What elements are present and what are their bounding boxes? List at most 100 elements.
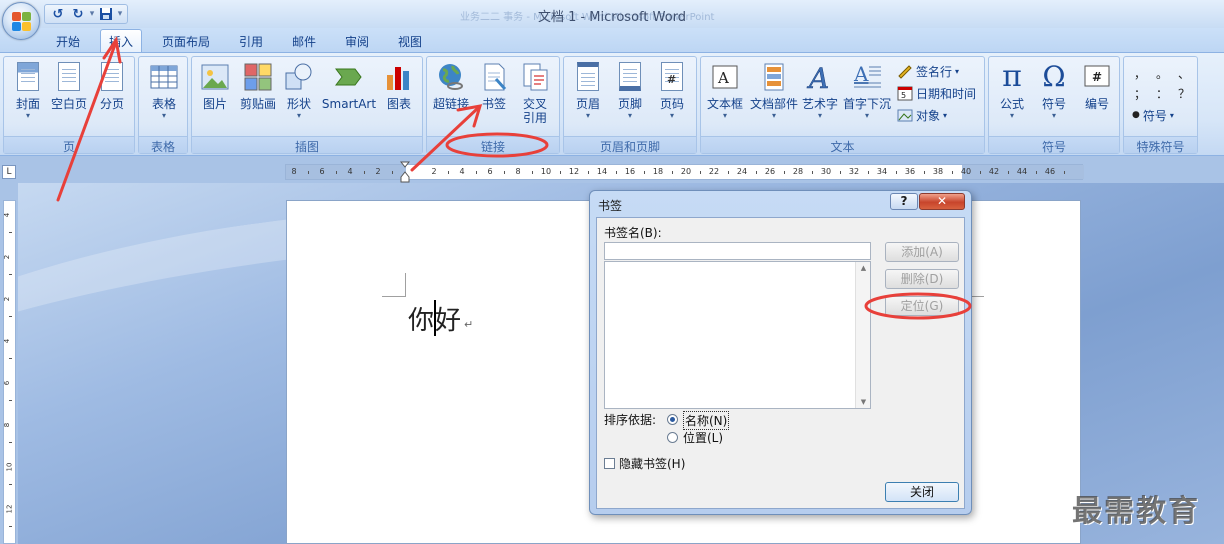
ruler-number: 30 [820, 167, 832, 176]
picture-button[interactable]: 图片 [198, 59, 232, 135]
signature-line-button[interactable]: 签名行 ▾ [897, 61, 959, 81]
tab-page-layout[interactable]: 页面布局 [154, 30, 218, 52]
page-break-icon [96, 61, 128, 93]
tab-home[interactable]: 开始 [48, 30, 88, 52]
chart-button[interactable]: 图表 [380, 59, 418, 135]
symbol-question[interactable]: ？ [1178, 85, 1190, 102]
ruler-tick [896, 171, 897, 174]
clip-art-button[interactable]: 剪贴画 [236, 59, 280, 135]
group-tables: 表格 ▾ 表格 [138, 56, 188, 154]
window-title: 文档 1 - Microsoft Word [537, 10, 687, 25]
sort-by-name-radio[interactable] [667, 414, 678, 425]
wordart-button[interactable]: A 艺术字 ▾ [799, 59, 841, 135]
ruler-tick [700, 171, 701, 174]
ruler-tick [868, 171, 869, 174]
close-dialog-button[interactable]: 关闭 [885, 482, 959, 502]
symbol-colon[interactable]: ： [1156, 85, 1168, 102]
hidden-bookmarks-label[interactable]: 隐藏书签(H) [619, 455, 685, 472]
bookmark-list-scrollbar[interactable]: ▲ ▼ [855, 262, 870, 408]
table-button[interactable]: 表格 ▾ [143, 59, 185, 135]
ruler-number: 12 [568, 167, 580, 176]
bookmark-name-input[interactable] [604, 242, 871, 260]
ruler-number: 8 [291, 167, 297, 176]
date-time-button[interactable]: 5 日期和时间 [897, 83, 976, 103]
save-icon[interactable] [97, 6, 115, 22]
group-illustrations: 图片 剪贴画 形状 ▾ SmartArt 图表 插图 [191, 56, 423, 154]
group-special-symbols: ， 。 、 ； ： ？ ● 符号 ▾ 特殊符号 [1123, 56, 1198, 154]
page-break-button[interactable]: 分页 [92, 59, 132, 135]
equation-button[interactable]: π 公式 ▾ [991, 59, 1033, 135]
sort-by-location-label[interactable]: 位置(L) [683, 429, 723, 446]
cover-page-button[interactable]: 封面 ▾ [8, 59, 48, 135]
tab-view[interactable]: 视图 [390, 30, 430, 52]
ruler-number: 20 [680, 167, 692, 176]
hidden-bookmarks-checkbox[interactable] [604, 458, 615, 469]
tab-selector[interactable]: L [2, 165, 16, 179]
undo-icon[interactable]: ↺ [49, 6, 67, 22]
quick-parts-button[interactable]: 文档部件 ▾ [749, 59, 799, 135]
bookmark-list[interactable]: ▲ ▼ [604, 261, 871, 409]
ruler-number: 2 [431, 167, 437, 176]
footer-button[interactable]: 页脚 ▾ [610, 59, 650, 135]
chart-icon [383, 61, 415, 93]
ruler-tick [644, 171, 645, 174]
ruler-row: L 8 6 4 2 2 4 6 8 10 12 14 16 18 20 22 24 26 28 30 32 34 36 38… [0, 157, 1224, 183]
ruler-tick [952, 171, 953, 174]
header-button[interactable]: 页眉 ▾ [568, 59, 608, 135]
text-box-icon: A [709, 61, 741, 93]
add-bookmark-button[interactable]: 添加(A) [885, 242, 959, 262]
vruler-tick [9, 316, 12, 317]
ruler-tick [784, 171, 785, 174]
special-symbol-dropdown[interactable]: ● 符号 ▾ [1132, 105, 1174, 125]
svg-text:A: A [853, 62, 869, 86]
object-icon [897, 107, 913, 123]
vruler-tick [9, 232, 12, 233]
sort-by-name-label[interactable]: 名称(N) [683, 411, 730, 430]
dropdown-arrow-icon[interactable]: ▾ [89, 9, 95, 19]
symbol-enum-comma[interactable]: 、 [1178, 65, 1190, 82]
tab-insert[interactable]: 插入 [100, 29, 143, 53]
ribbon: 封面 ▾ 空白页 分页 页 表格 ▾ 表格 图片 剪贴画 形状 ▾ SmartA… [0, 52, 1224, 156]
cross-reference-icon [519, 61, 551, 93]
sort-by-location-radio[interactable] [667, 432, 678, 443]
drop-cap-button[interactable]: A 首字下沉 ▾ [841, 59, 893, 135]
bookmark-button[interactable]: 书签 [477, 59, 511, 135]
scroll-down-icon[interactable]: ▼ [856, 398, 871, 406]
smartart-button[interactable]: SmartArt [320, 59, 378, 135]
goto-bookmark-button[interactable]: 定位(G) [885, 296, 959, 316]
tab-review[interactable]: 审阅 [337, 30, 377, 52]
ribbon-tab-row: 开始 插入 页面布局 引用 邮件 审阅 视图 [0, 28, 1224, 53]
dialog-close-button[interactable]: ✕ [919, 193, 965, 210]
symbol-semicolon[interactable]: ； [1134, 85, 1146, 102]
cross-reference-button[interactable]: 交叉 引用 [515, 59, 555, 135]
delete-bookmark-button[interactable]: 删除(D) [885, 269, 959, 289]
text-box-button[interactable]: A 文本框 ▾ [703, 59, 747, 135]
customize-qat-icon[interactable]: ▾ [117, 9, 123, 19]
symbol-comma[interactable]: ， [1134, 65, 1146, 82]
blank-page-button[interactable]: 空白页 [48, 59, 90, 135]
shapes-button[interactable]: 形状 ▾ [282, 59, 316, 135]
redo-icon[interactable]: ↻ [69, 6, 87, 22]
group-links: 超链接 书签 交叉 引用 链接 [426, 56, 560, 154]
ruler-tick [364, 171, 365, 174]
indent-marker-icon[interactable] [399, 161, 411, 183]
group-symbols: π 公式 ▾ Ω 符号 ▾ # 编号 符号 [988, 56, 1120, 154]
number-box-icon: # [1081, 61, 1113, 93]
hyperlink-button[interactable]: 超链接 [429, 59, 473, 135]
office-button[interactable] [2, 2, 40, 40]
object-button[interactable]: 对象 ▾ [897, 105, 947, 125]
tab-references[interactable]: 引用 [231, 30, 271, 52]
tab-mailings[interactable]: 邮件 [284, 30, 324, 52]
header-icon [572, 61, 604, 93]
vruler-tick [9, 358, 12, 359]
symbol-button[interactable]: Ω 符号 ▾ [1035, 59, 1073, 135]
vruler-number: 2 [3, 296, 12, 302]
vertical-ruler[interactable]: 4 2 2 4 6 8 10 12 [3, 200, 16, 544]
symbol-period[interactable]: 。 [1156, 65, 1168, 82]
ruler-number: 4 [347, 167, 353, 176]
page-number-button[interactable]: # 页码 ▾ [652, 59, 692, 135]
help-button[interactable]: ? [890, 193, 918, 210]
group-label-header-footer: 页眉和页脚 [564, 136, 696, 154]
numbering-button[interactable]: # 编号 [1077, 59, 1117, 135]
scroll-up-icon[interactable]: ▲ [856, 264, 871, 272]
